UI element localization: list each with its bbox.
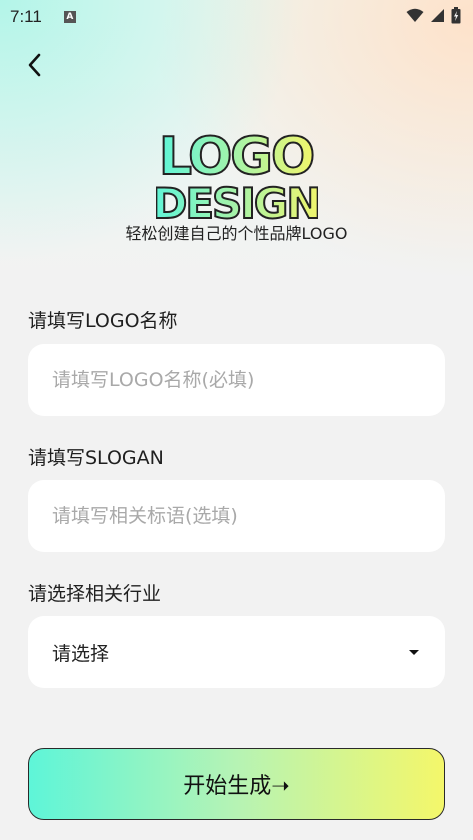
dropdown-arrow-icon: [409, 649, 419, 655]
status-time: 7:11: [10, 7, 42, 26]
logo-name-input[interactable]: [28, 344, 445, 416]
back-button[interactable]: [18, 48, 52, 82]
battery-icon: [451, 7, 461, 24]
wifi-icon: [406, 8, 424, 22]
industry-label: 请选择相关行业: [28, 583, 162, 605]
status-bar: 7:11 A: [0, 0, 473, 34]
slogan-label: 请填写SLOGAN: [28, 447, 164, 469]
tagline: 轻松创建自己的个性品牌LOGO: [125, 224, 348, 243]
slogan-input[interactable]: [28, 480, 445, 552]
start-generate-button[interactable]: 开始生成➝: [28, 748, 445, 820]
start-generate-label: 开始生成➝: [183, 774, 290, 799]
logo-design-image: LOGO DESIGN: [0, 128, 473, 224]
status-icons: [406, 7, 461, 24]
industry-select[interactable]: 请选择: [28, 616, 445, 688]
logo-name-label: 请填写LOGO名称: [28, 310, 178, 332]
industry-select-value: 请选择: [52, 642, 110, 665]
cellular-signal-icon: [431, 9, 444, 22]
chevron-left-icon: [28, 53, 41, 77]
notification-icon: A: [63, 11, 76, 23]
logo-design-graphic: LOGO DESIGN: [156, 128, 318, 222]
logo-word-line2: DESIGN: [156, 179, 318, 222]
